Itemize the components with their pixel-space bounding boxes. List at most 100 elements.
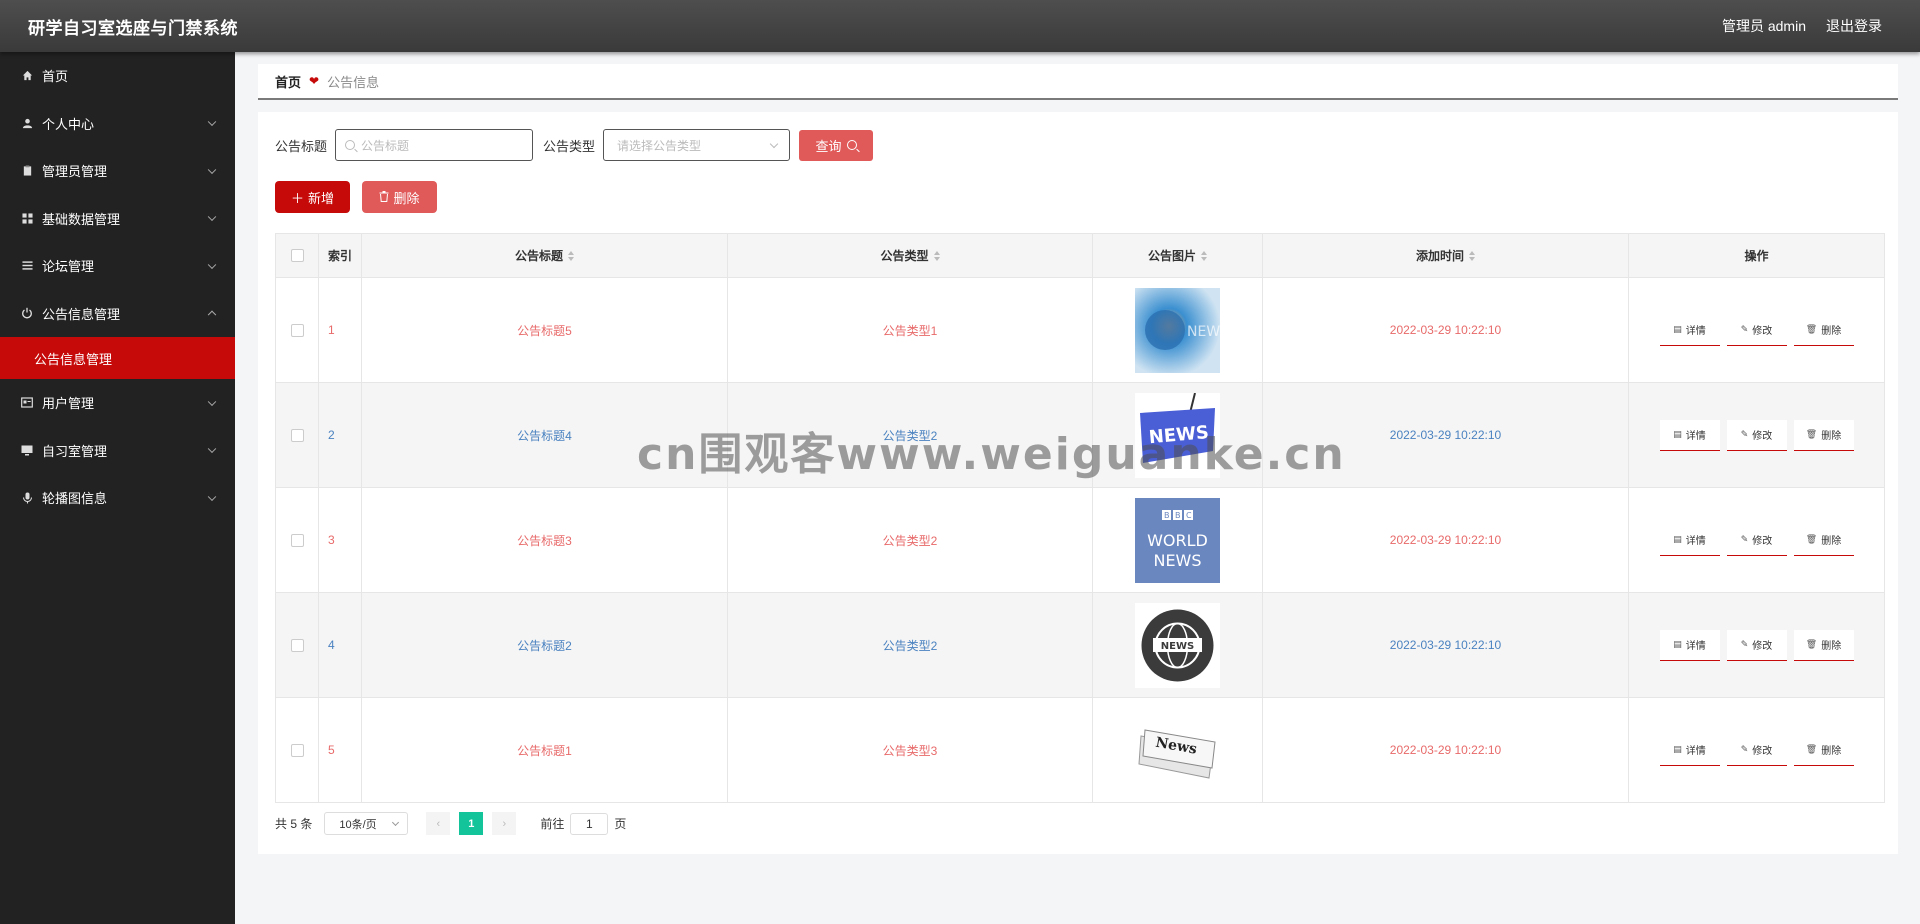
delete-button[interactable]: 🗑 删除 xyxy=(1793,314,1854,346)
query-button[interactable]: 查询 xyxy=(799,129,874,161)
sidebar-item-forum[interactable]: 论坛管理 xyxy=(0,242,235,290)
header-type[interactable]: 公告类型 xyxy=(728,234,1093,277)
chevron-down-icon xyxy=(207,260,217,269)
header-title[interactable]: 公告标题 xyxy=(362,234,728,277)
heart-icon: ❤ xyxy=(309,74,320,88)
chevron-down-icon xyxy=(392,818,400,827)
sidebar-item-profile[interactable]: 个人中心 xyxy=(0,100,235,148)
edit-button[interactable]: ✎ 修改 xyxy=(1726,314,1787,346)
row-checkbox[interactable] xyxy=(290,428,304,442)
news-globe-badge-image: NEWS xyxy=(1135,602,1220,688)
document-icon: ▤ xyxy=(1673,744,1682,754)
batch-delete-button[interactable]: 删除 xyxy=(362,181,437,213)
sidebar-item-admin[interactable]: 管理员管理 xyxy=(0,147,235,195)
logout-button[interactable]: 退出登录 xyxy=(1826,16,1882,36)
row-title: 公告标题2 xyxy=(362,593,728,697)
trash-icon: 🗑 xyxy=(1805,324,1818,334)
sidebar-subitem-notice-manage[interactable]: 公告信息管理 xyxy=(0,337,235,379)
newspaper-image: News xyxy=(1135,707,1220,793)
edit-icon: ✎ xyxy=(1740,744,1749,754)
sidebar-item-basedata[interactable]: 基础数据管理 xyxy=(0,195,235,243)
row-time: 2022-03-29 10:22:10 xyxy=(1263,488,1629,592)
row-checkbox[interactable] xyxy=(290,533,304,547)
delete-label: 删除 xyxy=(1821,326,1842,337)
user-label[interactable]: 管理员 admin xyxy=(1722,16,1806,36)
power-icon xyxy=(20,306,34,320)
page-size-select[interactable]: 10条/页 xyxy=(324,812,409,835)
row-image-cell: NEWS xyxy=(1093,278,1263,382)
header-ops: 操作 xyxy=(1744,249,1769,263)
row-image-cell: NEWS xyxy=(1093,383,1263,487)
detail-label: 详情 xyxy=(1685,641,1706,652)
delete-button[interactable]: 🗑 删除 xyxy=(1793,419,1854,451)
edit-button[interactable]: ✎ 修改 xyxy=(1726,629,1787,661)
page-number-button[interactable]: 1 xyxy=(459,812,484,835)
news-blue-sign-image: NEWS xyxy=(1135,392,1220,478)
header-time[interactable]: 添加时间 xyxy=(1263,234,1629,277)
detail-label: 详情 xyxy=(1685,431,1706,442)
delete-button[interactable]: 🗑 删除 xyxy=(1793,629,1854,661)
row-image-cell: News xyxy=(1093,698,1263,802)
delete-button[interactable]: 🗑 删除 xyxy=(1793,734,1854,766)
document-icon: ▤ xyxy=(1673,324,1682,334)
table-header: 索引 公告标题 公告类型 公告图片 添加时间 操作 xyxy=(276,234,1884,278)
sidebar-item-label: 首页 xyxy=(42,69,69,85)
row-time: 2022-03-29 10:22:10 xyxy=(1263,278,1629,382)
chevron-up-icon xyxy=(207,310,217,320)
row-checkbox[interactable] xyxy=(290,638,304,652)
add-button[interactable]: ＋ 新增 xyxy=(275,181,350,213)
pager-total: 共 5 条 xyxy=(275,817,313,831)
row-checkbox[interactable] xyxy=(290,323,304,337)
row-title: 公告标题1 xyxy=(362,698,728,802)
prev-page-button[interactable]: ‹ xyxy=(426,812,451,835)
header-image[interactable]: 公告图片 xyxy=(1093,234,1263,277)
detail-button[interactable]: ▤ 详情 xyxy=(1659,734,1720,766)
sidebar-item-home[interactable]: 首页 xyxy=(0,52,235,100)
trash-icon: 🗑 xyxy=(1805,639,1818,649)
sidebar-item-notice[interactable]: 公告信息管理 xyxy=(0,290,235,338)
pagination: 共 5 条 10条/页 ‹ 1 › 前往 1 页 xyxy=(275,812,626,835)
edit-button[interactable]: ✎ 修改 xyxy=(1726,734,1787,766)
edit-label: 修改 xyxy=(1752,641,1773,652)
detail-button[interactable]: ▤ 详情 xyxy=(1659,314,1720,346)
sidebar-item-carousel[interactable]: 轮播图信息 xyxy=(0,474,235,522)
mic-icon xyxy=(20,491,34,505)
sidebar-item-users[interactable]: 用户管理 xyxy=(0,379,235,427)
page-suffix: 页 xyxy=(614,817,627,831)
detail-button[interactable]: ▤ 详情 xyxy=(1659,524,1720,556)
chevron-right-icon: › xyxy=(502,817,507,830)
delete-label: 删除 xyxy=(1821,746,1842,757)
row-checkbox[interactable] xyxy=(290,743,304,757)
header-time-label: 添加时间 xyxy=(1415,249,1464,263)
breadcrumb-home[interactable]: 首页 xyxy=(275,72,301,91)
detail-button[interactable]: ▤ 详情 xyxy=(1659,629,1720,661)
detail-label: 详情 xyxy=(1685,536,1706,547)
list-icon xyxy=(20,259,34,273)
sidebar-item-studyroom[interactable]: 自习室管理 xyxy=(0,427,235,475)
row-ops: ▤ 详情 ✎ 修改 🗑 删除 xyxy=(1629,698,1884,802)
edit-button[interactable]: ✎ 修改 xyxy=(1726,524,1787,556)
next-page-button[interactable]: › xyxy=(492,812,517,835)
sort-icon xyxy=(568,250,574,261)
grid-icon xyxy=(20,211,34,225)
sidebar-item-label: 论坛管理 xyxy=(42,259,95,275)
edit-button[interactable]: ✎ 修改 xyxy=(1726,419,1787,451)
delete-label: 删除 xyxy=(1821,536,1842,547)
row-type: 公告类型2 xyxy=(728,593,1093,697)
action-bar: ＋ 新增 删除 xyxy=(275,181,437,213)
header-checkbox-cell xyxy=(276,234,319,277)
row-image-cell: B B C WORLD NEWS xyxy=(1093,488,1263,592)
row-index: 2 xyxy=(319,383,362,487)
title-search-input[interactable]: 公告标题 xyxy=(335,129,534,161)
type-select-label: 公告类型 xyxy=(543,138,596,154)
delete-button[interactable]: 🗑 删除 xyxy=(1793,524,1854,556)
detail-button[interactable]: ▤ 详情 xyxy=(1659,419,1720,451)
delete-label: 删除 xyxy=(1821,641,1842,652)
type-select[interactable]: 请选择公告类型 xyxy=(603,129,791,161)
select-all-checkbox[interactable] xyxy=(290,249,304,262)
svg-text:WORLD: WORLD xyxy=(1147,531,1208,550)
plus-icon: ＋ xyxy=(290,190,304,206)
goto-page-input[interactable]: 1 xyxy=(570,812,609,835)
row-time: 2022-03-29 10:22:10 xyxy=(1263,698,1629,802)
title-search-placeholder: 公告标题 xyxy=(361,138,410,153)
